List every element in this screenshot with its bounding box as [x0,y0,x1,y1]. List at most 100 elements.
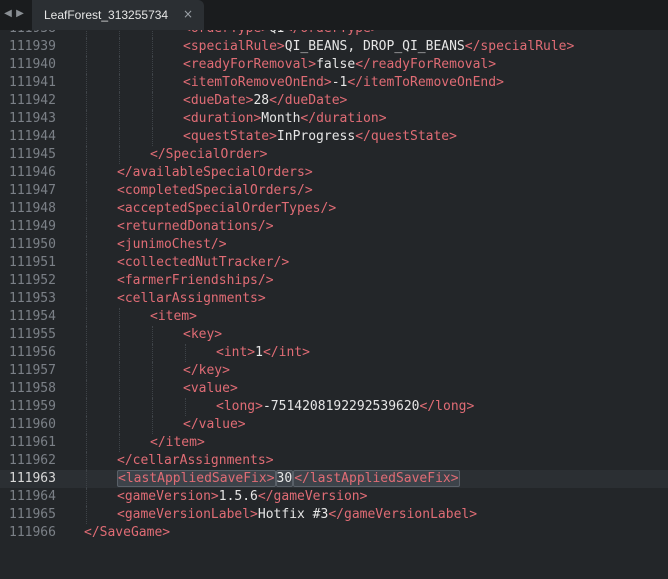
indent-guide [152,416,153,434]
xml-tag: </dueDate> [269,93,348,108]
line-number: 111963 [9,471,56,486]
code-content: <dueDate>28</dueDate> [183,92,347,110]
indent-guide [152,362,153,380]
tab-scroll-left-icon[interactable]: ◀ [2,7,14,21]
code-content: </value> [183,416,246,434]
line-number: 111955 [9,327,56,342]
indent-guide [152,380,153,398]
code-line[interactable]: 111964 <gameVersion>1.5.6</gameVersion> [0,488,668,506]
code-content: </SaveGame> [84,524,170,542]
xml-tag: <value> [183,381,238,396]
line-number: 111965 [9,507,56,522]
tab-title: LeafForest_313255734 [44,8,169,22]
code-line[interactable]: 111951 <collectedNutTracker/> [0,254,668,272]
xml-text: 1.5.6 [218,489,258,504]
xml-text: InProgress [276,129,356,144]
indent-guide [152,398,153,416]
tab-file[interactable]: LeafForest_313255734 × [32,0,204,30]
indent-guide [119,380,120,398]
code-line[interactable]: 111939 <specialRule>QI_BEANS, DROP_QI_BEA… [0,38,668,56]
code-line[interactable]: 111955 <key> [0,326,668,344]
code-line[interactable]: 111956 <int>1</int> [0,344,668,362]
code-content: <key> [183,326,222,344]
code-line[interactable]: 111946 </availableSpecialOrders> [0,164,668,182]
xml-tag: </itemToRemoveOnEnd> [347,75,504,90]
indent-guide [86,380,87,398]
indent-guide [119,416,120,434]
code-line[interactable]: 111953 <cellarAssignments> [0,290,668,308]
indent-guide [86,434,87,452]
scrollbar[interactable] [660,30,668,579]
line-number: 111960 [9,417,56,432]
code-line[interactable]: 111948 <acceptedSpecialOrderTypes/> [0,200,668,218]
line-number: 111947 [9,183,56,198]
indent-guide [86,272,87,290]
xml-tag: <item> [150,309,197,324]
code-line[interactable]: 111952 <farmerFriendships/> [0,272,668,290]
indent-guide [119,38,120,56]
close-icon[interactable]: × [183,7,193,21]
xml-tag: </SaveGame> [84,525,171,540]
indent-guide [152,128,153,146]
code-content: <itemToRemoveOnEnd>-1</itemToRemoveOnEnd… [183,74,504,92]
indent-guide [185,344,186,362]
code-content: <item> [150,308,197,326]
code-editor[interactable]: 111938 <orderType>QI</orderType> 111939 <sp… [0,30,668,579]
code-line[interactable]: 111958 <value> [0,380,668,398]
code-line[interactable]: 111961 </item> [0,434,668,452]
xml-tag: <gameVersion> [117,489,219,504]
indent-guide [86,362,87,380]
code-line[interactable]: 111941 <itemToRemoveOnEnd>-1</itemToRemov… [0,74,668,92]
indent-guide [86,200,87,218]
line-number: 111948 [9,201,56,216]
indent-guide [152,74,153,92]
code-line[interactable]: 111957 </key> [0,362,668,380]
xml-tag: <lastAppliedSaveFix> [117,470,276,487]
code-line[interactable]: 111954 <item> [0,308,668,326]
code-line[interactable]: 111943 <duration>Month</duration> [0,110,668,128]
xml-tag: <junimoChest/> [117,237,227,252]
indent-guide [86,236,87,254]
xml-tag: <cellarAssignments> [117,291,266,306]
xml-tag: </item> [150,435,205,450]
line-number: 111941 [9,75,56,90]
line-number: 111951 [9,255,56,270]
indent-guide [152,326,153,344]
code-line[interactable]: 111950 <junimoChest/> [0,236,668,254]
code-lines: 111938 <orderType>QI</orderType> 111939 <sp… [0,30,668,542]
xml-tag: <long> [216,399,263,414]
line-number: 111954 [9,309,56,324]
tab-scroll-right-icon[interactable]: ▶ [14,7,26,21]
indent-guide [119,92,120,110]
code-line[interactable]: 111949 <returnedDonations/> [0,218,668,236]
xml-tag: </value> [183,417,246,432]
code-line[interactable]: 111938 <orderType>QI</orderType> [0,30,668,38]
code-line[interactable]: 111959 <long>-7514208192292539620</long> [0,398,668,416]
indent-guide [86,56,87,74]
xml-tag: <itemToRemoveOnEnd> [183,75,332,90]
code-line[interactable]: 111940 <readyForRemoval>false</readyForRe… [0,56,668,74]
code-line[interactable]: 111942 <dueDate>28</dueDate> [0,92,668,110]
code-line[interactable]: 111966 </SaveGame> [0,524,668,542]
code-line[interactable]: 111947 <completedSpecialOrders/> [0,182,668,200]
code-content: </key> [183,362,230,380]
code-content: <junimoChest/> [117,236,227,254]
indent-guide [86,146,87,164]
line-number: 111946 [9,165,56,180]
xml-tag: </gameVersionLabel> [328,507,478,522]
code-line[interactable]: 111965 <gameVersionLabel>Hotfix #3</gameV… [0,506,668,524]
xml-tag: <key> [183,327,223,342]
code-line[interactable]: 111963 <lastAppliedSaveFix> 30 </lastApplie… [0,470,668,488]
code-line[interactable]: 111944 <questState>InProgress</questState… [0,128,668,146]
indent-guide [152,92,153,110]
xml-tag: </long> [419,399,475,414]
line-number: 111949 [9,219,56,234]
code-line[interactable]: 111960 </value> [0,416,668,434]
line-number: 111940 [9,57,56,72]
code-line[interactable]: 111945 </SpecialOrder> [0,146,668,164]
xml-tag: <farmerFriendships/> [117,273,274,288]
xml-tag: <dueDate> [183,93,254,108]
code-line[interactable]: 111962 </cellarAssignments> [0,452,668,470]
xml-tag: <duration> [183,111,262,126]
indent-guide [86,452,87,470]
